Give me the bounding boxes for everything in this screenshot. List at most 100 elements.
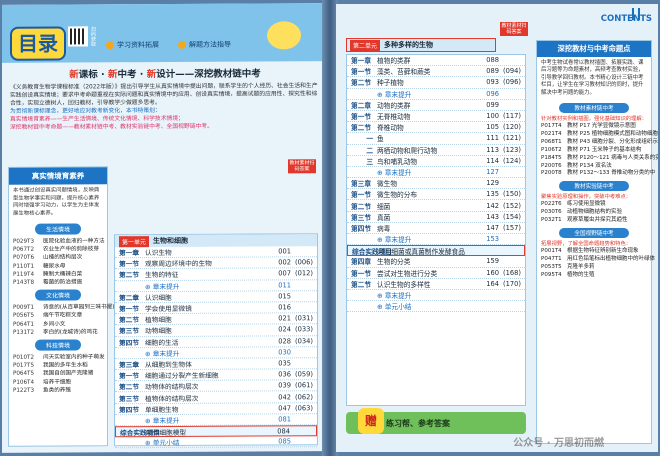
right-page: CONTENTS 教材素材扫码答案 第二单元 多种多样的生物 第一章 植物的类群 0… xyxy=(336,4,658,452)
qr-code-icon[interactable] xyxy=(68,26,88,47)
unit2-toc-row[interactable]: 第二节 认识生物的多样性 164 (170) xyxy=(347,279,525,290)
unit2-review-row[interactable]: 章末提升 xyxy=(347,290,525,302)
unit2-toc-row[interactable]: 第四节 病毒 147 (157) xyxy=(347,223,525,234)
chapter-label: 第三节 xyxy=(119,327,140,336)
reference-item[interactable]: P001T4 根据生物特征辨别新生命现象 xyxy=(537,248,651,256)
unit2-toc-row[interactable]: 第一节 微生物的分布 135 (150) xyxy=(347,189,525,201)
reference-item[interactable]: P068T1 教材 P43 细胞分裂、分化形成组织示意图 xyxy=(537,139,658,147)
link-method-guide[interactable]: 解题方法指导 xyxy=(178,40,231,50)
page-number: 129 xyxy=(486,179,499,188)
reference-code: P143T8 xyxy=(13,279,35,286)
reference-item[interactable]: P021T4 教材 P25 植物细胞模式图和动物细胞模式图 xyxy=(537,130,658,139)
entry-title: 生物的分类 xyxy=(377,258,411,267)
reference-text: 闫天实验室内的种子萌发 xyxy=(43,354,105,361)
reference-code: P106T2 xyxy=(541,146,562,153)
page-number: 135 xyxy=(486,190,499,199)
page-number: 159 xyxy=(486,257,499,266)
unit2-review-row[interactable]: 章末提升 096 xyxy=(347,89,525,100)
reference-code: P017T4 xyxy=(541,123,562,130)
answer-page-number: (120) xyxy=(503,123,521,132)
category-pill: 全国视野链中考 xyxy=(559,228,629,239)
page-number: 096 xyxy=(486,89,499,98)
unit2-toc-row[interactable]: 第二节 脊椎动物 105 (120) xyxy=(347,122,525,134)
unit2-practice-project[interactable]: 综合实践项目 利用细菌或真菌制作发酵食品 xyxy=(347,245,525,257)
reference-code: P056T5 xyxy=(13,313,35,320)
textbook-desc: 中考生物试卷常以教材插图、拓展实践、课后习题等为命题素材，高频考查教材实验，引导… xyxy=(541,60,644,96)
reference-text: 教材 P132～133 脊椎动物分类的中 xyxy=(567,170,656,177)
reference-text: 诗意的(从百草园到三味书屋) xyxy=(43,304,115,311)
entry-title: 细菌 xyxy=(377,202,391,211)
reference-item[interactable]: P047T1 用红色铅笔标出植物细胞中的叶绿体 xyxy=(537,256,655,264)
reference-item[interactable]: P064T5 我国自创国产克隆猪 xyxy=(9,370,107,379)
chapter-label: 第二章 xyxy=(351,101,372,110)
unit2-toc-row[interactable]: 第三章 微生物 129 xyxy=(347,178,525,190)
entry-title: 动物细胞 xyxy=(145,327,172,336)
unit2-review-row[interactable]: 单元小结 xyxy=(347,301,525,313)
reference-text: 教材 P134 双名法 xyxy=(567,162,612,169)
context-column: 真实情境育素养 本书通过创设真实问题情境，反映典型生物学事实和问题，提升核心素养… xyxy=(8,166,115,447)
link-study-material[interactable]: 学习资料拓展 xyxy=(106,40,159,50)
page-header: 目录 扫码获取 学习资料拓展 解题方法指导 xyxy=(2,3,325,63)
entry-title: 章末提升 xyxy=(377,89,477,99)
reference-item[interactable]: P184T5 教材 P120～121 病毒与人类关系的实例 xyxy=(537,155,658,163)
reference-item[interactable]: P009T1 诗意的(从百草园到三味书屋) xyxy=(9,304,115,313)
entry-title: 两栖动物和爬行动物 xyxy=(377,146,438,155)
unit2-toc-row[interactable]: 第二节 种子植物 093 (096) xyxy=(347,77,525,89)
unit2-review-row[interactable]: 章末提升 153 xyxy=(347,234,525,246)
unit1-corner-tag: 教材素材扫码答案 xyxy=(288,159,316,174)
reference-item[interactable]: P032T1 观察草履虫并探究其趋性 xyxy=(537,217,651,225)
reference-code: P053T5 xyxy=(541,263,562,270)
unit2-toc-row[interactable]: 一鱼 111 (121) xyxy=(347,133,525,145)
page-number: 047 xyxy=(278,404,291,413)
entry-title: 藻类、苔藓和蕨类 xyxy=(377,68,431,77)
reference-text: 霉菌的防治措施 xyxy=(43,279,83,286)
context-desc: 本书通过创设真实问题情境，反映典型生物学事实和问题，提升核心素养同时增强学习动力… xyxy=(13,187,100,217)
reference-item[interactable]: P010T2 闫天实验室内的种子萌发 xyxy=(9,353,107,362)
unit2-toc-row[interactable]: 二两栖动物和爬行动物 113 (123) xyxy=(347,145,525,156)
chapter-label: 综合实践项目 xyxy=(120,428,161,437)
reference-item[interactable]: P017T4 教材 P17 光学显微镜示意图 xyxy=(537,123,651,131)
chapter-label: 第一节 xyxy=(119,305,140,314)
unit2-toc-row[interactable]: 第一章 植物的类群 088 xyxy=(347,55,525,67)
reference-code: P021T4 xyxy=(541,130,562,137)
reference-item[interactable]: P030T6 动植物细胞结构的实验 xyxy=(537,209,651,217)
unit2-toc-row[interactable]: 第二章 动物的类群 099 xyxy=(347,100,525,111)
entry-title: 微生物 xyxy=(377,180,398,189)
entry-title: 鱼 xyxy=(377,135,384,144)
page-number: 016 xyxy=(278,303,291,312)
entry-title: 从细胞到生物体 xyxy=(145,360,192,370)
reference-item[interactable]: P122T3 鱼类的养殖 xyxy=(9,386,107,395)
reference-item[interactable]: P095T4 植物的生殖 xyxy=(537,272,651,280)
reference-item[interactable]: P200T8 教材 P132～133 脊椎动物分类的中 xyxy=(537,170,655,178)
reference-text: 教材 P43 细胞分裂、分化形成组织示意图 xyxy=(567,138,658,145)
reference-text: 医院化验血液的一种方法 xyxy=(43,238,105,245)
context-heading: 真实情境育素养 xyxy=(9,167,107,185)
category-pill: 文化情境 xyxy=(35,289,81,301)
page-number: 011 xyxy=(278,280,291,290)
unit2-toc-row[interactable]: 第一节 藻类、苔藓和蕨类 089 (094) xyxy=(347,66,525,78)
page-number: 153 xyxy=(486,235,499,244)
unit2-review-row[interactable]: 章末提升 127 xyxy=(347,167,525,179)
unit1-review-row[interactable]: 单元小结 085 xyxy=(115,436,317,449)
reference-item[interactable]: P143T8 霉菌的防治措施 xyxy=(9,278,107,287)
entry-title: 章末提升 xyxy=(377,234,477,244)
category-pill: 教材素材链中考 xyxy=(559,103,629,114)
unit2-toc-row[interactable]: 第四章 生物的分类 159 xyxy=(347,256,525,268)
unit2-toc-row[interactable]: 三鸟和哺乳动物 114 (124) xyxy=(347,156,525,167)
reference-text: 教材 P17 光学显微镜示意图 xyxy=(567,123,636,130)
left-page: 目录 扫码获取 学习资料拓展 解题方法指导 新课标 · 新中考 · 新设计——深… xyxy=(2,3,325,453)
unit2-toc-row[interactable]: 第一节 尝试对生物进行分类 160 (168) xyxy=(347,268,525,279)
chapter-label: 第一节 xyxy=(119,372,140,381)
answer-page-number: (061) xyxy=(295,381,313,390)
unit2-toc-row[interactable]: 第二节 细菌 142 (152) xyxy=(347,200,525,212)
reference-item[interactable]: P131T2 李白的(龙城诗)的鸡花 xyxy=(9,328,107,337)
reference-item[interactable]: P067T2 农业生产中的剪除枝芽 xyxy=(9,245,107,254)
chapter-label: 第三章 xyxy=(351,180,372,189)
reference-item[interactable]: P106T2 教材 P71 玉米种子的基本结构 xyxy=(537,147,651,155)
unit2-toc-row[interactable]: 第三节 真菌 143 (154) xyxy=(347,212,525,223)
unit2-toc-row[interactable]: 第一节 无脊椎动物 100 (117) xyxy=(347,111,525,123)
intro-line-b: 深挖教材链中考命题——教材素材链中考、教材实验链中考、全国视野链中考。 xyxy=(10,123,213,131)
reference-item[interactable]: P053T5 克隆羊多莉 xyxy=(537,264,651,272)
page-number: 035 xyxy=(278,359,291,368)
page-number: 085 xyxy=(278,437,291,446)
